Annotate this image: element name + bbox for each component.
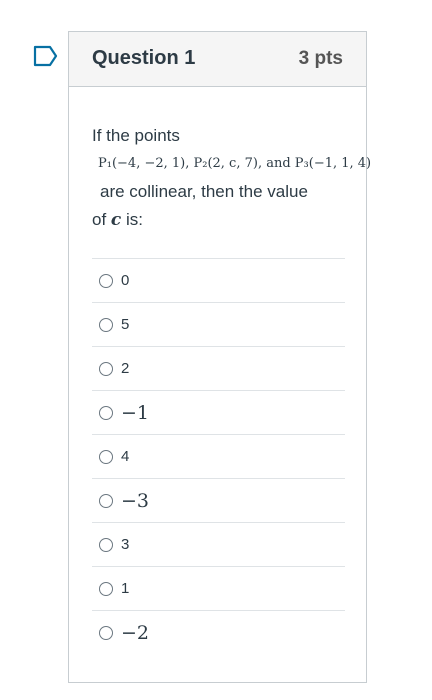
answer-option[interactable]: 0: [92, 258, 345, 302]
answer-option[interactable]: 4: [92, 434, 345, 478]
answer-options: 0 5 2 −1 4 −3 3 1 −2: [92, 258, 345, 654]
question-text-fragment: of: [92, 210, 111, 229]
question-text: If the points P₁(−4, −2, 1), P₂(2, c, 7)…: [92, 122, 372, 234]
radio-unchecked-icon[interactable]: [99, 273, 113, 288]
radio-unchecked-icon[interactable]: [99, 537, 113, 552]
answer-label: 5: [121, 316, 130, 333]
flag-question-icon[interactable]: [33, 45, 59, 67]
answer-label: −2: [121, 621, 150, 644]
answer-label: −1: [121, 401, 150, 424]
answer-label: 4: [121, 448, 130, 465]
answer-option[interactable]: 3: [92, 522, 345, 566]
answer-label: −3: [121, 489, 150, 512]
question-points: 3 pts: [298, 48, 343, 69]
radio-unchecked-icon[interactable]: [99, 317, 113, 332]
answer-label: 0: [121, 272, 130, 289]
answer-label: 3: [121, 536, 130, 553]
question-text-line: of c is:: [92, 206, 354, 234]
question-card: Question 1 3 pts If the points P₁(−4, −2…: [68, 31, 372, 683]
question-text-fragment: is:: [121, 210, 143, 229]
question-text-line: are collinear, then the value: [100, 182, 308, 201]
answer-option[interactable]: −2: [92, 610, 345, 654]
question-header: Question 1 3 pts: [69, 32, 366, 87]
question-math-points: P₁(−4, −2, 1), P₂(2, c, 7), and P₃(−1, 1…: [98, 156, 372, 171]
answer-label: 1: [121, 580, 130, 597]
answer-option[interactable]: −3: [92, 478, 345, 522]
question-title: Question 1: [92, 47, 196, 69]
radio-unchecked-icon[interactable]: [99, 405, 113, 420]
answer-option[interactable]: −1: [92, 390, 345, 434]
answer-label: 2: [121, 360, 130, 377]
question-text-line: If the points: [92, 126, 180, 145]
answer-option[interactable]: 1: [92, 566, 345, 610]
math-variable: c: [110, 210, 122, 230]
radio-unchecked-icon[interactable]: [99, 361, 113, 376]
radio-unchecked-icon[interactable]: [99, 493, 113, 508]
radio-unchecked-icon[interactable]: [99, 581, 113, 596]
radio-unchecked-icon[interactable]: [99, 449, 113, 464]
answer-option[interactable]: 5: [92, 302, 345, 346]
answer-option[interactable]: 2: [92, 346, 345, 390]
radio-unchecked-icon[interactable]: [99, 625, 113, 640]
